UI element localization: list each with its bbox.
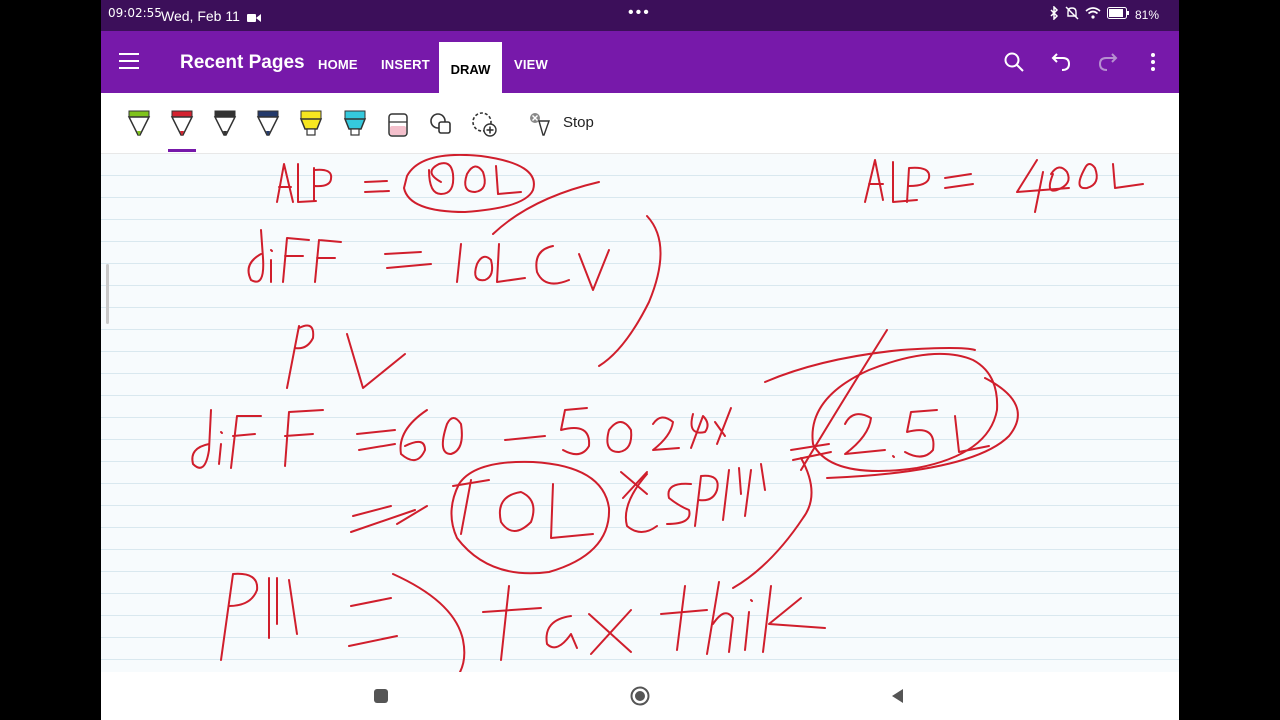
undo-icon[interactable] bbox=[1050, 51, 1072, 73]
shapes-icon[interactable] bbox=[427, 109, 455, 139]
battery-percent: 81% bbox=[1134, 7, 1159, 22]
navy-pen-icon[interactable] bbox=[254, 109, 282, 139]
ink-pl-tax-thik bbox=[220, 572, 826, 672]
eraser-icon[interactable] bbox=[384, 109, 412, 139]
red-pen-icon[interactable] bbox=[168, 109, 196, 139]
draw-toolbar: Stop bbox=[101, 93, 1179, 154]
note-canvas[interactable] bbox=[101, 154, 1179, 672]
ink-p-down bbox=[286, 324, 406, 389]
home-icon[interactable] bbox=[630, 686, 650, 706]
stop-ink-button[interactable]: Stop bbox=[563, 114, 594, 131]
camera-icon bbox=[247, 10, 261, 26]
video-timestamp: 09:02:55 bbox=[108, 6, 162, 20]
handwriting-ink bbox=[191, 154, 1144, 672]
lasso-select-icon[interactable] bbox=[470, 109, 498, 139]
redo-icon[interactable] bbox=[1097, 51, 1119, 73]
system-nav-bar bbox=[101, 672, 1179, 720]
green-pen-icon[interactable] bbox=[125, 109, 153, 139]
status-icons: 81% bbox=[1049, 5, 1159, 23]
tab-view[interactable]: VIEW bbox=[514, 57, 548, 72]
app-bar: Recent Pages HOME INSERT DRAW VIEW bbox=[101, 31, 1179, 93]
tab-draw[interactable]: DRAW bbox=[439, 42, 502, 93]
ink-diff-60-50 bbox=[191, 329, 1019, 589]
stop-ink-icon[interactable] bbox=[527, 111, 555, 141]
back-icon[interactable] bbox=[888, 686, 908, 706]
yellow-highlighter-icon[interactable] bbox=[297, 109, 325, 139]
status-bar: Wed, Feb 11 ••• 81% bbox=[101, 0, 1179, 31]
ink-10l-times-5pl bbox=[350, 460, 766, 575]
tab-insert[interactable]: INSERT bbox=[381, 57, 430, 72]
recent-pages-title[interactable]: Recent Pages bbox=[180, 52, 305, 74]
status-date: Wed, Feb 11 bbox=[161, 8, 240, 24]
selected-pen-indicator bbox=[168, 149, 196, 152]
menu-icon[interactable] bbox=[119, 53, 139, 69]
multitask-dots[interactable]: ••• bbox=[628, 4, 651, 22]
recent-apps-icon[interactable] bbox=[371, 686, 391, 706]
ink-alp-left bbox=[276, 154, 600, 235]
tab-home[interactable]: HOME bbox=[318, 57, 358, 72]
bluetooth-icon bbox=[1049, 5, 1059, 23]
mute-bell-icon bbox=[1065, 6, 1079, 23]
black-pen-icon[interactable] bbox=[211, 109, 239, 139]
search-icon[interactable] bbox=[1003, 51, 1025, 73]
wifi-icon bbox=[1085, 7, 1101, 22]
more-options-icon[interactable] bbox=[1142, 51, 1164, 73]
battery-icon bbox=[1106, 7, 1129, 22]
ink-alp-right bbox=[864, 159, 1144, 213]
cyan-highlighter-icon[interactable] bbox=[341, 109, 369, 139]
device-screen: Wed, Feb 11 ••• 81% Recent Pages HOME IN… bbox=[101, 0, 1179, 720]
